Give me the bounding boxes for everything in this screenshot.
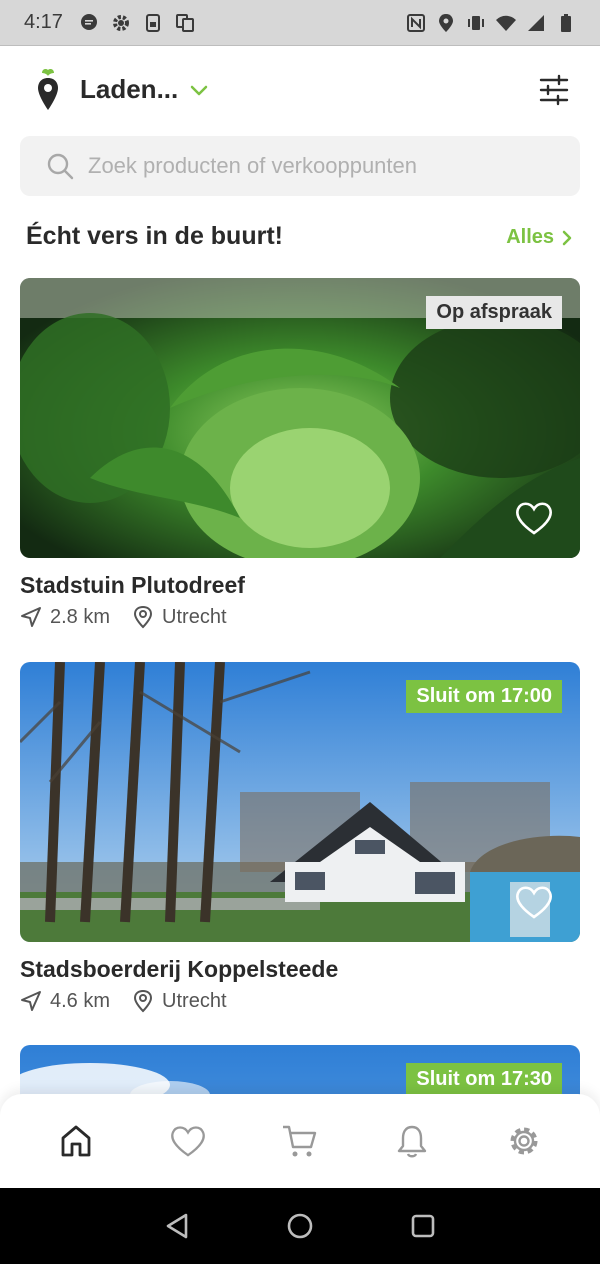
home-icon: [61, 1125, 91, 1157]
city-text: Utrecht: [162, 989, 227, 1012]
vendor-meta: 4.6 km Utrecht: [20, 989, 580, 1013]
gear-icon: [112, 14, 129, 31]
nav-settings[interactable]: [494, 1111, 554, 1171]
favorite-heart-icon[interactable]: [514, 884, 554, 920]
back-icon[interactable]: [164, 1212, 190, 1240]
message-icon: [80, 13, 97, 30]
status-badge: Sluit om 17:30: [406, 1063, 562, 1096]
city-text: Utrecht: [162, 605, 227, 628]
section-title: Écht vers in de buurt!: [26, 222, 283, 250]
vendor-card-image[interactable]: Op afspraak: [20, 278, 580, 558]
vendor-card[interactable]: Op afspraak Stadstuin Plutodreef 2.8 km …: [20, 278, 580, 629]
signal-icon: [528, 14, 544, 31]
bottom-nav: [0, 1094, 600, 1188]
distance-text: 2.8 km: [50, 605, 111, 628]
filter-button[interactable]: [536, 70, 572, 110]
status-badge: Sluit om 17:00: [406, 680, 562, 713]
city-item: Utrecht: [132, 605, 227, 629]
wifi-icon: [496, 15, 516, 31]
navigation-arrow-icon: [21, 607, 41, 627]
recents-icon[interactable]: [410, 1213, 436, 1239]
nav-favorites[interactable]: [158, 1111, 218, 1171]
nav-cart[interactable]: [270, 1111, 330, 1171]
bell-icon: [397, 1125, 427, 1158]
search-input[interactable]: [88, 153, 548, 179]
nav-home[interactable]: [46, 1111, 106, 1171]
see-all-link[interactable]: Alles: [506, 226, 574, 249]
settings-icon: [510, 1127, 538, 1155]
city-item: Utrecht: [132, 989, 227, 1013]
battery-icon: [561, 13, 571, 32]
vendor-card-image[interactable]: Sluit om 17:00: [20, 662, 580, 942]
status-bar: 4:17: [0, 0, 600, 46]
nav-notifications[interactable]: [382, 1111, 442, 1171]
chevron-right-icon: [562, 230, 572, 245]
sim-icon: [145, 13, 160, 32]
map-pin-icon: [134, 605, 153, 629]
system-nav-bar: [0, 1188, 600, 1264]
filter-sliders-icon: [539, 74, 569, 106]
vibrate-icon: [468, 15, 484, 30]
distance-text: 4.6 km: [50, 989, 111, 1012]
location-label[interactable]: Laden...: [80, 74, 178, 105]
vendor-title[interactable]: Stadstuin Plutodreef: [20, 572, 580, 599]
cart-icon: [283, 1125, 317, 1157]
search-box[interactable]: [20, 136, 580, 196]
navigation-arrow-icon: [21, 991, 41, 1011]
favorite-heart-icon[interactable]: [514, 500, 554, 536]
status-left-icons: [79, 13, 195, 33]
map-pin-icon: [134, 989, 153, 1013]
location-pin-icon[interactable]: [34, 68, 62, 112]
copy-icon: [175, 13, 194, 32]
chevron-down-icon[interactable]: [188, 80, 210, 100]
distance-item: 2.8 km: [20, 606, 110, 629]
vendor-title[interactable]: Stadsboerderij Koppelsteede: [20, 956, 580, 983]
status-badge: Op afspraak: [426, 296, 562, 329]
status-right-icons: [406, 13, 576, 33]
status-time: 4:17: [24, 11, 63, 33]
see-all-label: Alles: [506, 226, 554, 248]
heart-icon: [171, 1126, 205, 1157]
search-icon: [47, 153, 74, 180]
vendor-meta: 2.8 km Utrecht: [20, 605, 580, 629]
header: Laden...: [0, 46, 600, 134]
location-icon: [439, 13, 453, 32]
distance-item: 4.6 km: [20, 990, 110, 1013]
home-button-icon[interactable]: [286, 1212, 314, 1240]
app-screen: Laden... Écht vers in de buurt! Alles: [0, 46, 600, 1188]
vendor-card[interactable]: Sluit om 17:00 Stadsboerderij Koppelstee…: [20, 662, 580, 1013]
nfc-icon: [407, 13, 425, 32]
